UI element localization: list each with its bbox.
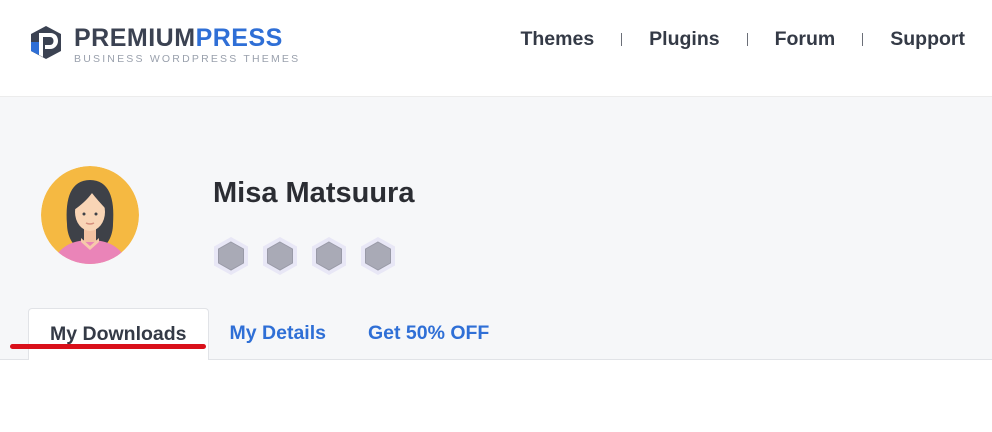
nav-plugins[interactable]: Plugins <box>649 28 719 51</box>
hexagon-badge-icon[interactable] <box>310 236 348 276</box>
brand-name: PREMIUMPRESS <box>74 24 300 52</box>
brand-logo[interactable]: PREMIUMPRESS BUSINESS WORDPRESS THEMES <box>28 24 300 65</box>
nav-themes[interactable]: Themes <box>520 28 594 51</box>
profile-section: Misa Matsuura My Downloads My Details Ge… <box>0 97 992 360</box>
avatar[interactable] <box>41 166 139 264</box>
site-header: PREMIUMPRESS BUSINESS WORDPRESS THEMES T… <box>0 0 992 97</box>
nav-support[interactable]: Support <box>890 28 965 51</box>
brand-name-part1: PREMIUM <box>74 24 196 52</box>
nav-divider <box>746 33 748 46</box>
nav-divider <box>621 33 623 46</box>
main-nav: Themes Plugins Forum Support <box>520 28 965 51</box>
female-user-avatar-icon <box>41 166 139 264</box>
active-tab-underline <box>10 344 206 349</box>
nav-divider <box>862 33 864 46</box>
brand-tagline: BUSINESS WORDPRESS THEMES <box>74 53 301 65</box>
brand-name-part2: PRESS <box>195 24 283 52</box>
hexagon-badge-icon[interactable] <box>359 236 397 276</box>
badge-list <box>212 236 408 276</box>
account-tabs: My Downloads My Details Get 50% OFF <box>28 308 510 360</box>
nav-forum[interactable]: Forum <box>775 28 836 51</box>
premiumpress-logo-icon <box>31 26 61 59</box>
user-name: Misa Matsuura <box>213 177 415 209</box>
tab-content-area <box>0 360 992 432</box>
hexagon-badge-icon[interactable] <box>261 236 299 276</box>
tab-get-50-off[interactable]: Get 50% OFF <box>347 308 510 359</box>
tab-my-details[interactable]: My Details <box>209 308 347 359</box>
tab-my-downloads[interactable]: My Downloads <box>28 308 209 360</box>
hexagon-badge-icon[interactable] <box>212 236 250 276</box>
